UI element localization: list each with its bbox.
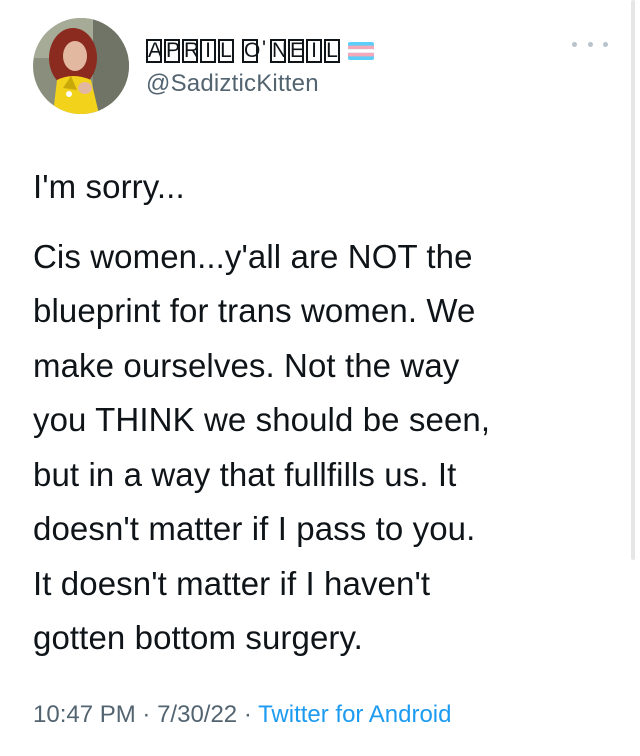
more-dot	[603, 41, 608, 47]
more-dot	[572, 41, 577, 47]
display-name-letter: E	[288, 39, 305, 63]
display-name-letter: L	[324, 39, 340, 63]
meta-separator: ·	[142, 701, 151, 728]
display-name-letter: P	[164, 39, 181, 63]
avatar-image	[33, 18, 129, 114]
tweet-text-line-1: I'm sorry...	[33, 168, 185, 205]
display-name-letter: '	[261, 37, 266, 60]
display-name-letter: I	[306, 39, 322, 63]
display-name-row[interactable]: A P R I L O ' N E I L	[146, 34, 374, 68]
author-handle[interactable]: @SadizticKitten	[146, 70, 319, 98]
display-name-letter: N	[270, 39, 288, 63]
meta-separator: ·	[243, 701, 252, 728]
display-name-letter: L	[218, 39, 234, 63]
display-name-letter: O	[242, 39, 261, 63]
tweet-text-paragraph-2: Cis women...y'all are NOT the blueprint …	[33, 237, 491, 657]
tweet-source-link[interactable]: Twitter for Android	[258, 701, 451, 728]
tweet-time[interactable]: 10:47 PM	[33, 701, 136, 728]
more-dot	[587, 41, 593, 47]
display-name-letter: R	[182, 39, 200, 63]
tweet-text: I'm sorry... Cis women...y'all are NOT t…	[33, 160, 613, 666]
tweet: A P R I L O ' N E I L @SadizticKitten I'…	[0, 0, 640, 756]
tweet-metadata: 10:47 PM · 7/30/22 · Twitter for Android	[33, 701, 451, 729]
scrollbar[interactable]	[631, 0, 635, 560]
tweet-date[interactable]: 7/30/22	[157, 701, 237, 728]
more-options-icon[interactable]	[572, 34, 608, 54]
transgender-flag-icon	[348, 42, 374, 60]
avatar[interactable]	[33, 18, 129, 114]
display-name-letter: I	[200, 39, 216, 63]
display-name: A P R I L O ' N E I L	[146, 37, 340, 63]
display-name-letter: A	[146, 39, 163, 63]
